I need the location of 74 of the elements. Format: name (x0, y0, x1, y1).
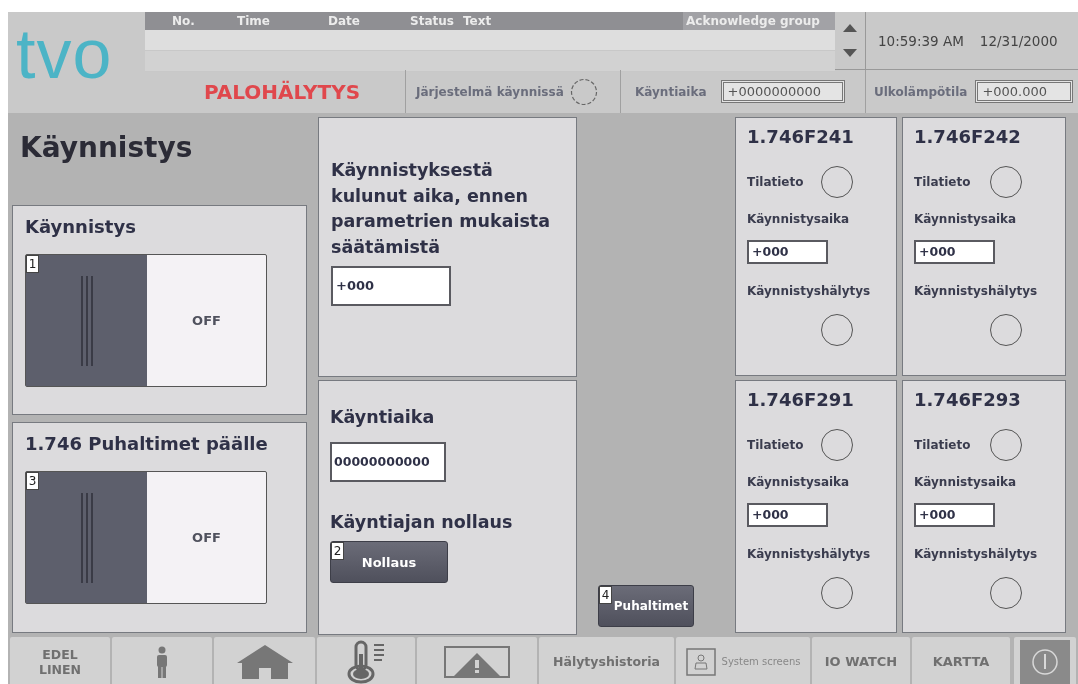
status-label: Tilatieto (914, 438, 971, 452)
start-time-field[interactable]: +000 (914, 503, 995, 527)
runtime-field[interactable]: 00000000000 (330, 441, 446, 482)
nav-button[interactable] (1014, 637, 1076, 684)
date-text: 12/31/2000 (979, 32, 1058, 49)
alarm-title: PALOHÄLYTYS (203, 79, 361, 104)
alarm-lamp-icon (990, 576, 1023, 610)
column-header: Date (328, 13, 361, 30)
alarm-label: Käynnistyshälytys (747, 284, 872, 298)
nav-button[interactable] (112, 637, 212, 684)
panel-title: 1.746 Puhaltimet päälle (25, 433, 269, 456)
time-text: 10:59:39 AM (878, 32, 964, 49)
status-label: Tilatieto (747, 175, 804, 189)
toggle-switch[interactable]: OFF 3 (25, 471, 267, 604)
number-badge: 2 (331, 542, 344, 560)
column-header: Status (410, 13, 455, 30)
panel-title: Käyntiajan nollaus (330, 510, 514, 534)
card-title: 1.746F241 (747, 126, 855, 149)
start-time-label: Käynnistysaika (914, 475, 1018, 489)
status-label: Järjestelmä käynnissä (416, 84, 564, 99)
card-title: 1.746F293 (914, 389, 1022, 412)
start-time-field[interactable]: +000 (747, 503, 828, 527)
scroll-up-icon (842, 23, 858, 34)
alarm-label: Käynnistyshälytys (914, 547, 1039, 561)
status-lamp-icon (569, 77, 598, 106)
scroll-down-icon (842, 47, 858, 58)
status-label: Tilatieto (747, 438, 804, 452)
toggle-switch[interactable]: OFF 1 (25, 254, 267, 387)
alarm-lamp-icon (990, 313, 1023, 347)
number-badge: 3 (26, 472, 39, 490)
elapsed-time-field[interactable]: +000 (331, 266, 451, 306)
grip-icon (79, 492, 94, 583)
number-badge: 4 (599, 586, 612, 604)
logo: tvo (16, 18, 113, 89)
column-header: Text (463, 13, 493, 30)
number-badge: 1 (26, 255, 39, 273)
nav-button[interactable] (214, 637, 315, 684)
warning-icon (444, 645, 510, 678)
status-lamp-icon (821, 428, 854, 462)
alarm-label: Käynnistyshälytys (914, 284, 1039, 298)
nav-button[interactable] (317, 637, 415, 684)
start-time-label: Käynnistysaika (914, 212, 1018, 226)
status-lamp-icon (821, 165, 854, 199)
person-icon (154, 645, 170, 678)
panel-title: Käyntiaika (330, 406, 436, 429)
temperature-label: Ulkolämpötila (874, 84, 968, 99)
start-time-field[interactable]: +000 (747, 240, 828, 264)
runtime-field[interactable]: +0000000000 (720, 80, 845, 103)
reset-button[interactable]: 2 Nollaus (330, 541, 448, 583)
status-lamp-icon (990, 165, 1023, 199)
runtime-label: Käyntiaika (635, 84, 707, 99)
house-icon (235, 643, 294, 680)
start-time-label: Käynnistysaika (747, 475, 851, 489)
nav-button[interactable] (417, 637, 537, 684)
start-time-field[interactable]: +000 (914, 240, 995, 264)
alarm-label: Käynnistyshälytys (747, 547, 872, 561)
system-icon (685, 647, 716, 676)
power-icon (1020, 639, 1070, 684)
page-title: Käynnistys (19, 130, 194, 166)
card-title: 1.746F242 (914, 126, 1022, 149)
column-header: No. (172, 13, 196, 30)
alarm-lamp-icon (821, 576, 854, 610)
panel-title: Käynnistyksestä kulunut aika, ennen parametrien mukaista säätämistä (331, 159, 552, 259)
status-lamp-icon (990, 428, 1023, 462)
status-label: Tilatieto (914, 175, 971, 189)
fans-button[interactable]: 4 Puhaltimet (598, 585, 694, 627)
column-header: Acknowledge group (683, 12, 835, 30)
grip-icon (79, 275, 94, 366)
panel-title: Käynnistys (25, 216, 137, 239)
start-time-label: Käynnistysaika (747, 212, 851, 226)
card-title: 1.746F291 (747, 389, 855, 412)
column-header: Time (237, 13, 271, 30)
alarm-lamp-icon (821, 313, 854, 347)
temperature-field[interactable]: +000.000 (975, 80, 1074, 103)
